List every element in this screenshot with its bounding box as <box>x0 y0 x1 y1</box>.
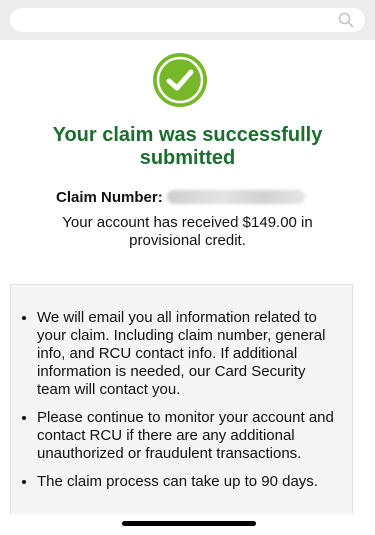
info-item-timeline: The claim process can take up to 90 days… <box>37 473 338 491</box>
top-bar <box>0 0 375 40</box>
claim-number: Claim Number: <box>56 187 305 207</box>
success-check-icon <box>152 52 208 108</box>
info-item-monitor: Please continue to monitor your account … <box>37 409 338 463</box>
claim-number-value-redacted <box>166 190 305 204</box>
claim-number-label: Claim Number: <box>56 188 163 206</box>
info-list: We will email you all information relate… <box>11 285 352 491</box>
credit-message: Your account has received $149.00 in pro… <box>62 214 313 249</box>
search-icon[interactable] <box>337 11 355 29</box>
home-indicator <box>0 514 375 535</box>
info-item-email: We will email you all information relate… <box>37 309 338 399</box>
search-input[interactable] <box>10 8 365 32</box>
check-circle-icon <box>153 53 207 107</box>
info-panel: We will email you all information relate… <box>10 284 353 524</box>
page-title: Your claim was successfully submitted <box>52 124 323 169</box>
home-bar[interactable] <box>122 521 256 526</box>
